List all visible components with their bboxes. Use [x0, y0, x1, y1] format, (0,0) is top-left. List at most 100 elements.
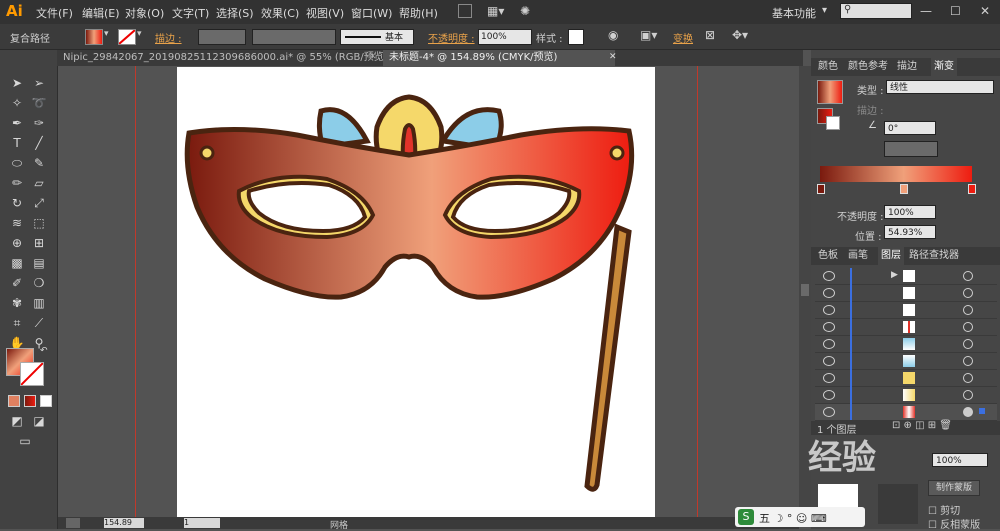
layer-row[interactable] [815, 302, 997, 319]
target-circle-icon[interactable] [963, 322, 973, 332]
menu-view[interactable]: 视图(V) [306, 5, 344, 21]
close-icon[interactable]: ✕ [980, 4, 990, 18]
layer-row[interactable] [815, 285, 997, 302]
free-transform-tool-icon[interactable]: ⬚ [30, 214, 48, 232]
artboard-tool-icon[interactable]: ⌗ [8, 314, 26, 332]
menu-help[interactable]: 帮助(H) [399, 5, 438, 21]
workspace-switcher[interactable]: 基本功能 [772, 5, 816, 21]
panel-menu-icon[interactable]: ✥▾ [732, 28, 748, 42]
tab-layers[interactable]: 图层 [878, 247, 904, 265]
make-mask-button[interactable]: 制作蒙版 [928, 480, 980, 496]
pencil-tool-icon[interactable]: ✏ [8, 174, 26, 192]
layer-row[interactable] [815, 336, 997, 353]
footer-icons[interactable]: ⊡ ⊕ ◫ ⊞ 🗑 [892, 420, 952, 431]
perspective-grid-tool-icon[interactable]: ⊞ [30, 234, 48, 252]
magic-wand-tool-icon[interactable]: ✧ [8, 94, 26, 112]
stop-location-field[interactable]: 54.93% [884, 225, 936, 239]
tab-stroke[interactable]: 描边 [897, 58, 917, 76]
tab-color-guide[interactable]: 颜色参考 [848, 58, 888, 76]
gradient-stop-right[interactable] [968, 184, 976, 194]
opacity-field[interactable]: 100% [478, 29, 532, 45]
menu-select[interactable]: 选择(S) [216, 5, 254, 21]
gradient-mode-icon[interactable] [24, 395, 36, 407]
menu-edit[interactable]: 编辑(E) [82, 5, 120, 21]
visibility-eye-icon[interactable] [823, 356, 835, 366]
gpu-performance-icon[interactable]: ✺ [520, 4, 530, 18]
eraser-tool-icon[interactable]: ▱ [30, 174, 48, 192]
stroke-swatch[interactable] [118, 29, 136, 45]
tab-swatches[interactable]: 色板 [818, 247, 838, 265]
scale-tool-icon[interactable]: ⤢ [30, 194, 48, 212]
scroll-thumb[interactable] [801, 284, 809, 296]
mask-artwork[interactable] [177, 67, 655, 529]
tab-untitled-4[interactable]: 未标题-4* @ 154.89% (CMYK/预览) [383, 50, 615, 66]
mask-stick[interactable] [584, 223, 632, 492]
direct-selection-tool-icon[interactable]: ➢ [30, 74, 48, 92]
clip-checkbox-label[interactable]: ☐ 剪切 [928, 502, 960, 517]
stroke-label[interactable]: 描边 : [155, 30, 182, 45]
eyedropper-tool-icon[interactable]: ✐ [8, 274, 26, 292]
opacity-label[interactable]: 不透明度 : [428, 30, 475, 45]
tab-nipic-document[interactable]: Nipic_29842067_20190825112309686000.ai* … [57, 50, 387, 66]
gradient-stop-mid[interactable] [900, 184, 908, 194]
layer-row[interactable] [815, 319, 997, 336]
target-circle-icon[interactable] [963, 407, 973, 417]
target-circle-icon[interactable] [963, 373, 973, 383]
visibility-eye-icon[interactable] [823, 322, 835, 332]
width-tool-icon[interactable]: ≋ [8, 214, 26, 232]
shape-builder-tool-icon[interactable]: ⊕ [8, 234, 26, 252]
ellipse-tool-icon[interactable]: ⬭ [8, 154, 26, 172]
fill-swatch[interactable] [85, 29, 103, 45]
gradient-type-select[interactable]: 线性 [886, 80, 994, 94]
slice-tool-icon[interactable]: ⟋ [30, 314, 48, 332]
menu-window[interactable]: 窗口(W) [351, 5, 392, 21]
selection-tool-icon[interactable]: ➤ [8, 74, 26, 92]
gradient-preview-swatch[interactable] [817, 80, 843, 104]
stroke-color-box[interactable] [20, 362, 44, 386]
visibility-eye-icon[interactable] [823, 373, 835, 383]
lasso-tool-icon[interactable]: ➰ [30, 94, 48, 112]
visibility-eye-icon[interactable] [823, 305, 835, 315]
swap-fill-stroke-icon[interactable]: ↶ [40, 346, 48, 356]
type-tool-icon[interactable]: T [8, 134, 26, 152]
layer-row[interactable] [815, 353, 997, 370]
layer-row[interactable] [815, 404, 997, 421]
symbol-sprayer-tool-icon[interactable]: ✾ [8, 294, 26, 312]
stop-opacity-field[interactable]: 100% [884, 205, 936, 219]
layer-row[interactable] [815, 370, 997, 387]
ime-toolbar[interactable]: S 五 ☽ ° ☺ ⌨ [735, 507, 865, 527]
ime-status-icons[interactable]: 五 ☽ ° ☺ ⌨ [759, 510, 827, 526]
bridge-icon[interactable] [458, 4, 472, 18]
stroke-weight-field[interactable] [198, 29, 246, 45]
transparency-opacity-field[interactable]: 100% [932, 453, 988, 467]
gradient-slider[interactable] [820, 166, 972, 182]
maximize-icon[interactable]: ☐ [950, 4, 961, 18]
tab-color[interactable]: 颜色 [818, 58, 838, 76]
line-tool-icon[interactable]: ╱ [30, 134, 48, 152]
expand-triangle-icon[interactable]: ▶ [891, 270, 898, 280]
menu-file[interactable]: 文件(F) [36, 5, 73, 21]
arrange-documents-icon[interactable]: ▦▾ [487, 4, 504, 18]
visibility-eye-icon[interactable] [823, 407, 835, 417]
chevron-down-icon[interactable]: ▾ [137, 29, 142, 39]
chevron-down-icon[interactable]: ▾ [822, 5, 827, 16]
stroke-gradient-box[interactable] [826, 116, 840, 130]
target-circle-icon[interactable] [963, 305, 973, 315]
target-circle-icon[interactable] [963, 339, 973, 349]
tab-pathfinder[interactable]: 路径查找器 [909, 247, 959, 265]
target-circle-icon[interactable] [963, 271, 973, 281]
chevron-down-icon[interactable]: ▾ [104, 29, 109, 39]
blend-tool-icon[interactable]: ❍ [30, 274, 48, 292]
variable-width-profile[interactable] [252, 29, 336, 45]
menu-effect[interactable]: 效果(C) [261, 5, 299, 21]
none-mode-icon[interactable] [40, 395, 52, 407]
menu-type[interactable]: 文字(T) [172, 5, 209, 21]
minimize-icon[interactable]: — [920, 4, 932, 18]
layer-row[interactable] [815, 387, 997, 404]
recolor-icon[interactable]: ◉ [608, 28, 618, 42]
graphic-style-swatch[interactable] [568, 29, 584, 45]
brush-definition-select[interactable]: 基本 [340, 29, 414, 45]
align-icon[interactable]: ▣▾ [640, 28, 657, 42]
visibility-eye-icon[interactable] [823, 390, 835, 400]
isolate-icon[interactable]: ⊠ [705, 28, 715, 42]
